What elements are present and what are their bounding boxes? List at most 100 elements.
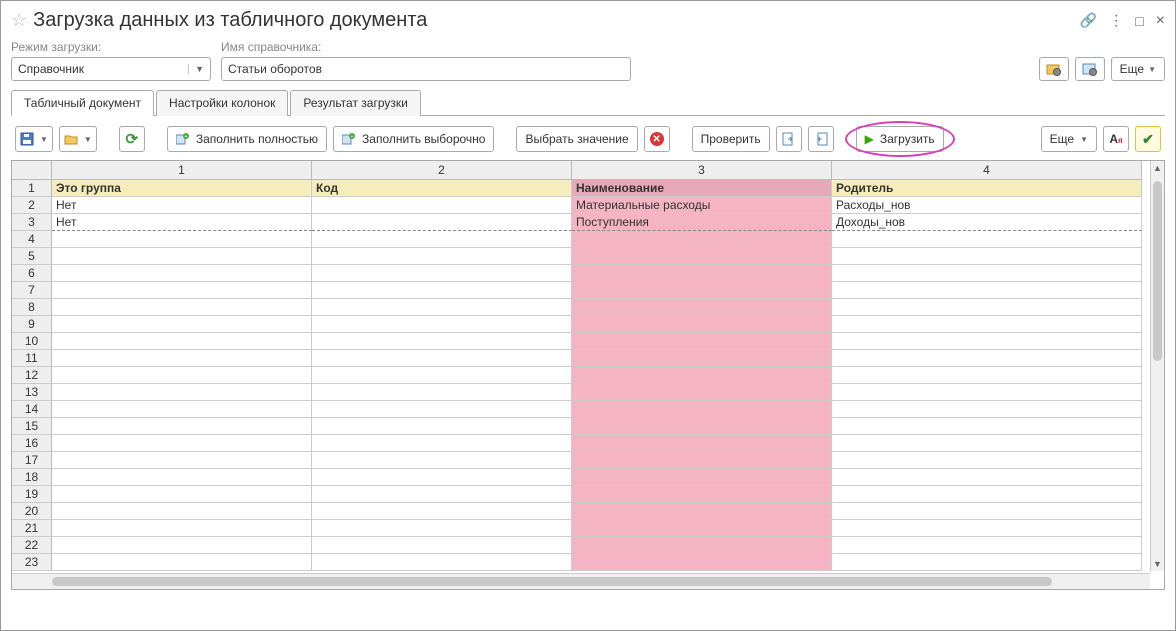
- cell[interactable]: [832, 248, 1142, 265]
- cell[interactable]: [312, 197, 572, 214]
- cell[interactable]: 14: [12, 401, 52, 418]
- cell[interactable]: [312, 316, 572, 333]
- cell[interactable]: [52, 520, 312, 537]
- check-button[interactable]: Проверить: [692, 126, 770, 152]
- cell[interactable]: [572, 418, 832, 435]
- cell[interactable]: [312, 282, 572, 299]
- cell[interactable]: [832, 469, 1142, 486]
- scroll-up-icon[interactable]: ▲: [1151, 163, 1164, 173]
- cell[interactable]: [312, 367, 572, 384]
- kebab-menu-icon[interactable]: ⋮: [1109, 12, 1123, 29]
- font-button[interactable]: Aя: [1103, 126, 1129, 152]
- cell[interactable]: [832, 350, 1142, 367]
- next-error-button[interactable]: [776, 126, 802, 152]
- cell[interactable]: [312, 537, 572, 554]
- cell[interactable]: [572, 350, 832, 367]
- cell[interactable]: [572, 384, 832, 401]
- cell[interactable]: [572, 316, 832, 333]
- favorite-star-icon[interactable]: ☆: [11, 10, 27, 31]
- cell[interactable]: 23: [12, 554, 52, 571]
- cell[interactable]: [52, 282, 312, 299]
- cell[interactable]: 5: [12, 248, 52, 265]
- cell[interactable]: 15: [12, 418, 52, 435]
- cell[interactable]: [832, 401, 1142, 418]
- settings-button-2[interactable]: [1075, 57, 1105, 81]
- cell[interactable]: Код: [312, 180, 572, 197]
- cell[interactable]: [572, 231, 832, 248]
- cell[interactable]: [52, 333, 312, 350]
- cell[interactable]: 8: [12, 299, 52, 316]
- refresh-button[interactable]: ⟳: [119, 126, 145, 152]
- cell[interactable]: [52, 265, 312, 282]
- pick-value-button[interactable]: Выбрать значение: [516, 126, 637, 152]
- fill-selective-button[interactable]: + Заполнить выборочно: [333, 126, 494, 152]
- cell[interactable]: [572, 486, 832, 503]
- cell[interactable]: [832, 231, 1142, 248]
- cell[interactable]: [52, 418, 312, 435]
- cell[interactable]: Нет: [52, 214, 312, 231]
- cell[interactable]: [832, 537, 1142, 554]
- cell[interactable]: [832, 384, 1142, 401]
- cell[interactable]: [52, 452, 312, 469]
- vertical-scrollbar[interactable]: ▲ ▼: [1150, 161, 1164, 571]
- cell[interactable]: [832, 452, 1142, 469]
- spreadsheet[interactable]: 12341Это группаКодНаименованиеРодитель2Н…: [11, 160, 1165, 590]
- cell[interactable]: [52, 299, 312, 316]
- cell[interactable]: 19: [12, 486, 52, 503]
- cell[interactable]: [312, 452, 572, 469]
- scroll-thumb-h[interactable]: [52, 577, 1052, 586]
- cell[interactable]: [312, 401, 572, 418]
- cell[interactable]: [572, 520, 832, 537]
- more-button-toolbar[interactable]: Еще ▼: [1041, 126, 1097, 152]
- cell[interactable]: 4: [832, 161, 1142, 180]
- refname-input[interactable]: Статьи оборотов: [221, 57, 631, 81]
- cell[interactable]: 17: [12, 452, 52, 469]
- cell[interactable]: [832, 299, 1142, 316]
- mode-select[interactable]: Справочник ▼: [11, 57, 211, 81]
- cell[interactable]: [832, 265, 1142, 282]
- cell[interactable]: [52, 384, 312, 401]
- close-icon[interactable]: ×: [1156, 12, 1165, 30]
- cell[interactable]: [832, 554, 1142, 571]
- cell[interactable]: 11: [12, 350, 52, 367]
- cell[interactable]: [572, 503, 832, 520]
- cell[interactable]: [832, 333, 1142, 350]
- cell[interactable]: [572, 282, 832, 299]
- cell[interactable]: 3: [572, 161, 832, 180]
- horizontal-scrollbar[interactable]: [12, 573, 1150, 589]
- cell[interactable]: 21: [12, 520, 52, 537]
- cell[interactable]: Это группа: [52, 180, 312, 197]
- cell[interactable]: [312, 520, 572, 537]
- cell[interactable]: [832, 435, 1142, 452]
- cell[interactable]: [52, 486, 312, 503]
- cell[interactable]: [52, 367, 312, 384]
- open-button[interactable]: ▼: [59, 126, 97, 152]
- cell[interactable]: [312, 248, 572, 265]
- load-button[interactable]: ▶ Загрузить: [856, 126, 944, 152]
- cell[interactable]: [312, 435, 572, 452]
- cell[interactable]: [572, 554, 832, 571]
- cell[interactable]: [832, 418, 1142, 435]
- cell[interactable]: [572, 265, 832, 282]
- cell[interactable]: [312, 554, 572, 571]
- cell[interactable]: [832, 520, 1142, 537]
- prev-error-button[interactable]: [808, 126, 834, 152]
- cell[interactable]: 1: [52, 161, 312, 180]
- cell[interactable]: 20: [12, 503, 52, 520]
- cell[interactable]: [572, 299, 832, 316]
- cell[interactable]: Нет: [52, 197, 312, 214]
- cell[interactable]: [832, 316, 1142, 333]
- cell[interactable]: [12, 161, 52, 180]
- cell[interactable]: [312, 418, 572, 435]
- settings-button-1[interactable]: [1039, 57, 1069, 81]
- fill-full-button[interactable]: + Заполнить полностью: [167, 126, 327, 152]
- cell[interactable]: [832, 503, 1142, 520]
- cell[interactable]: 2: [12, 197, 52, 214]
- cell[interactable]: [312, 299, 572, 316]
- cell[interactable]: [312, 469, 572, 486]
- cell[interactable]: Наименование: [572, 180, 832, 197]
- cell[interactable]: [572, 469, 832, 486]
- more-button-top[interactable]: Еще ▼: [1111, 57, 1165, 81]
- maximize-icon[interactable]: □: [1135, 13, 1143, 29]
- cell[interactable]: [572, 435, 832, 452]
